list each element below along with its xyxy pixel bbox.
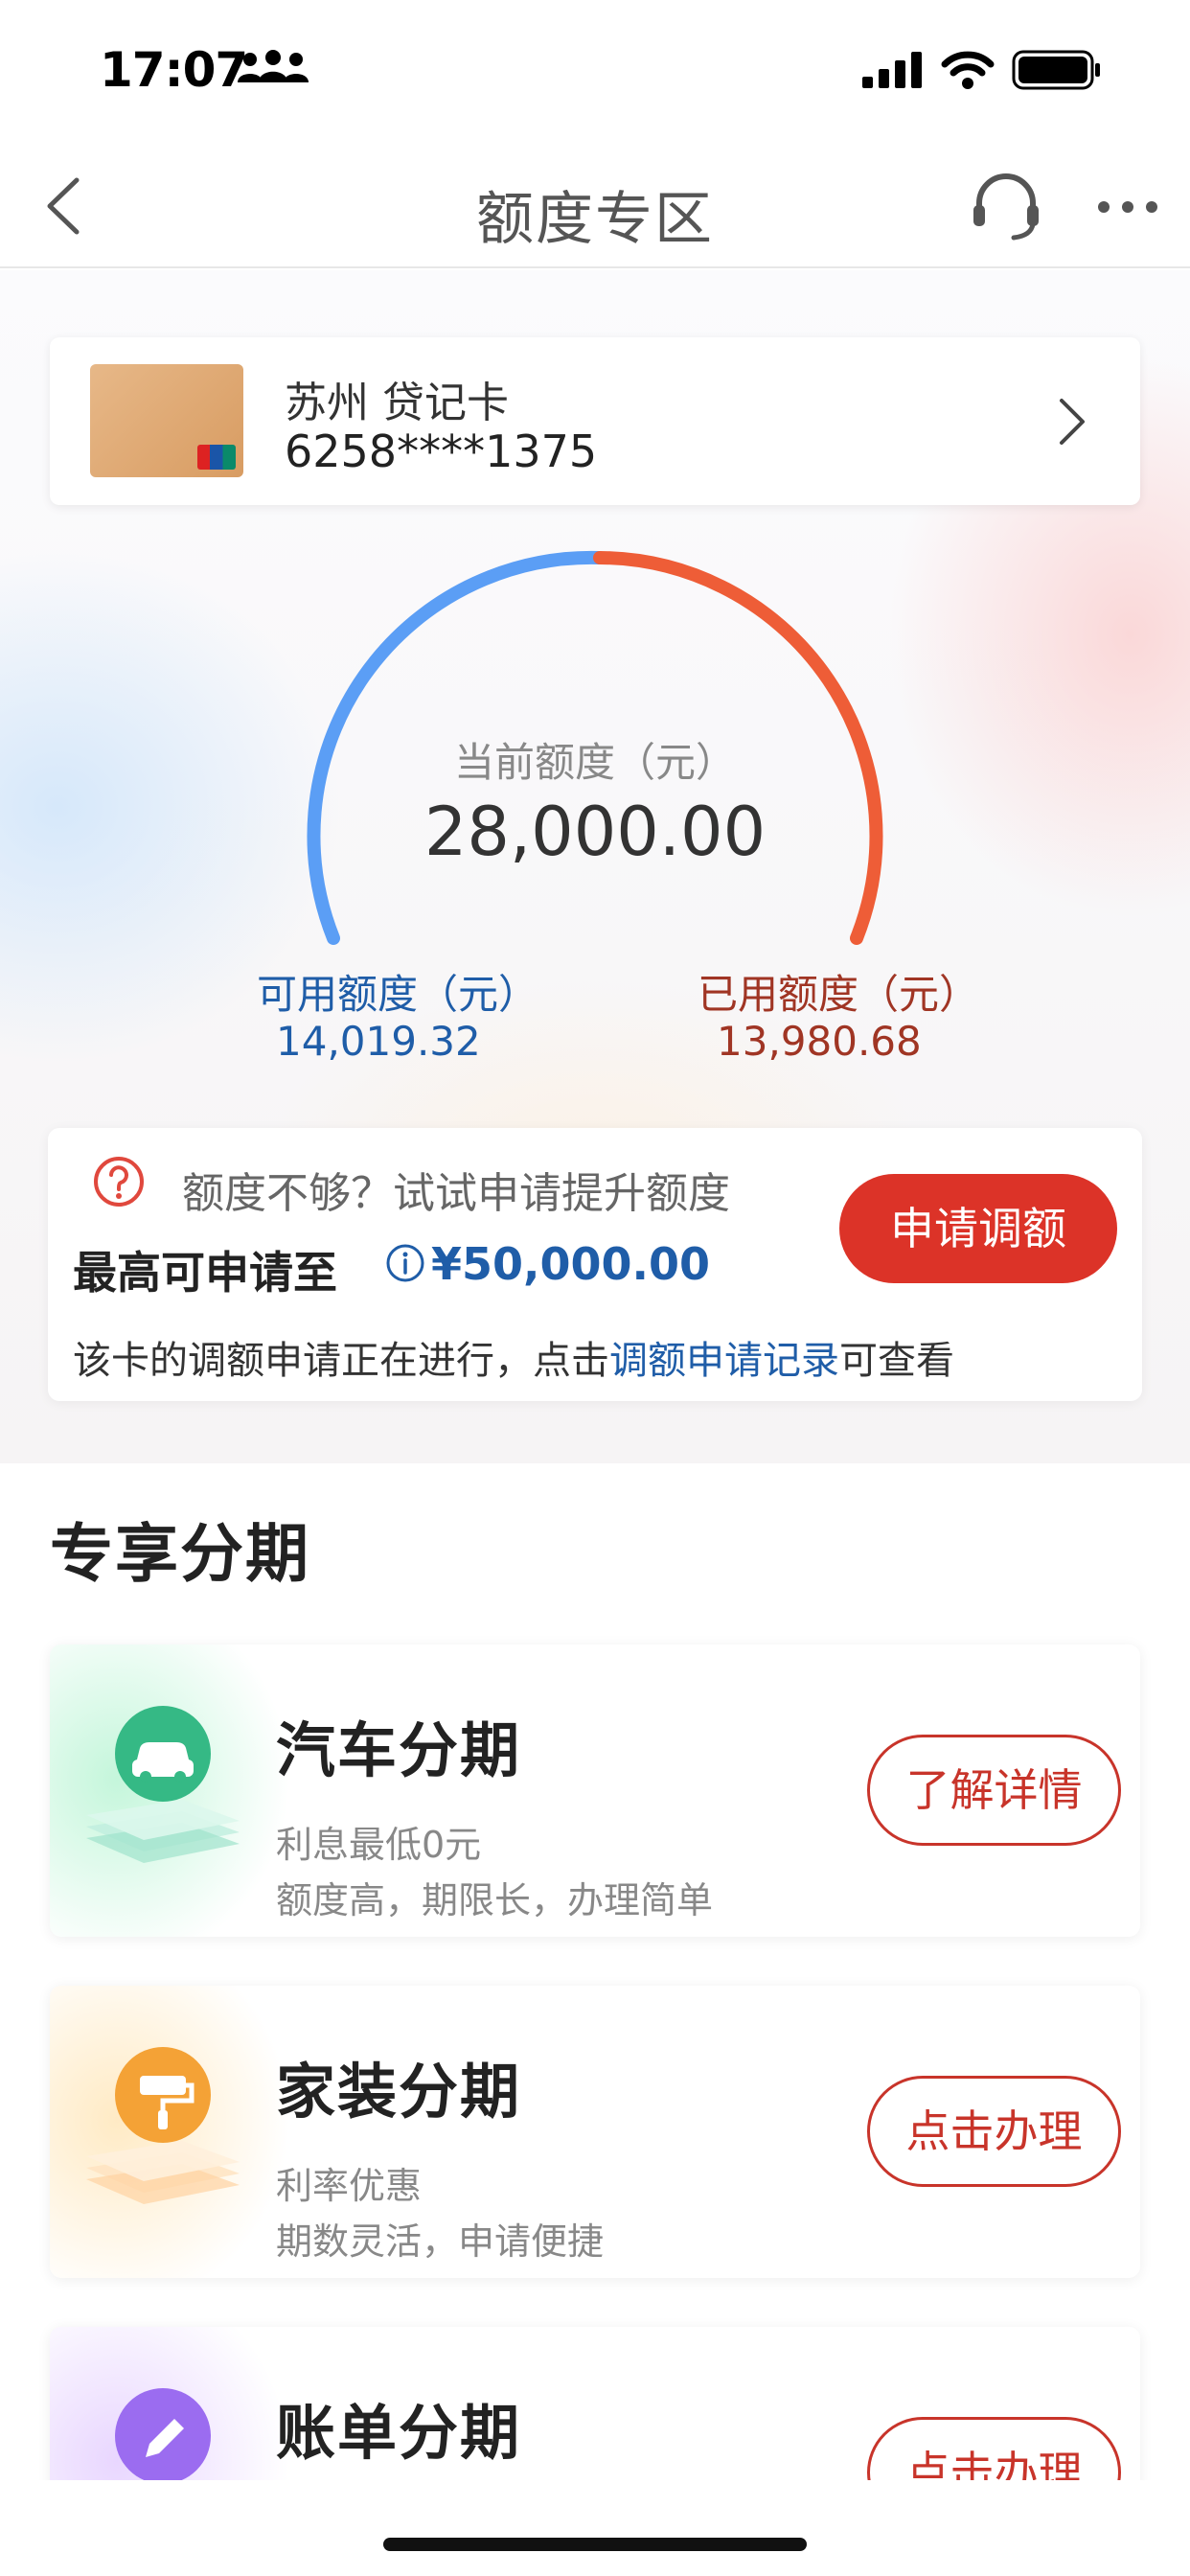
status-bar: 17:07 <box>0 0 1190 144</box>
credit-card-thumbnail <box>90 364 243 477</box>
max-limit-label: 最高可申请至 <box>73 1247 337 1299</box>
apply-now-button[interactable]: 点击办理 <box>867 2076 1121 2187</box>
available-limit-label: 可用额度（元） <box>257 971 539 1018</box>
current-limit-value: 28,000.00 <box>423 793 767 871</box>
installment-card-home[interactable]: 家装分期 利率优惠 期数灵活，申请便捷 点击办理 <box>50 1986 1140 2278</box>
info-icon[interactable] <box>385 1243 425 1283</box>
installment-subtitle: 利率优惠 <box>276 2165 423 2207</box>
card-selector[interactable]: 苏州 贷记卡 6258****1375 <box>50 337 1140 505</box>
installment-description: 额度高，期限长，办理简单 <box>276 1879 714 1921</box>
card-number: 6258****1375 <box>285 426 598 477</box>
adjustment-note-prefix: 该卡的调额申请正在进行，点击 <box>73 1339 609 1383</box>
question-icon <box>94 1157 144 1207</box>
max-limit-amount: ¥50,000.00 <box>431 1238 711 1290</box>
installment-title: 账单分期 <box>276 2398 522 2468</box>
installment-card-car[interactable]: 汽车分期 利息最低0元 额度高，期限长，办理简单 了解详情 <box>50 1644 1140 1937</box>
more-options-icon[interactable] <box>1094 188 1161 226</box>
customer-service-icon[interactable] <box>968 167 1044 243</box>
signal-icon <box>862 52 922 88</box>
chevron-right-icon <box>1060 399 1085 445</box>
installment-title: 汽车分期 <box>276 1715 522 1785</box>
installment-title: 家装分期 <box>276 2057 522 2127</box>
status-indicators <box>862 50 1102 90</box>
installment-description: 期数灵活，申请便捷 <box>276 2220 605 2263</box>
adjustment-status-note: 该卡的调额申请正在进行，点击调额申请记录可查看 <box>73 1329 954 1385</box>
limit-increase-panel: 额度不够？试试申请提升额度 最高可申请至 ¥50,000.00 申请调额 该卡的… <box>48 1128 1142 1401</box>
home-indicator[interactable] <box>383 2538 807 2551</box>
adjustment-records-link[interactable]: 调额申请记录 <box>609 1339 839 1383</box>
limit-increase-hint: 额度不够？试试申请提升额度 <box>182 1169 730 1218</box>
current-limit-label: 当前额度（元） <box>453 739 736 786</box>
credit-overview: 苏州 贷记卡 6258****1375 当前额度（元） 28,000.00 可用… <box>0 270 1190 1463</box>
car-icon <box>86 1706 240 1863</box>
available-limit-value: 14,019.32 <box>276 1018 481 1065</box>
status-time: 17:07 <box>100 42 248 98</box>
paint-roller-icon <box>86 2047 240 2204</box>
learn-more-button[interactable]: 了解详情 <box>867 1735 1121 1846</box>
section-title: 专享分期 <box>50 1517 310 1591</box>
card-name: 苏州 贷记卡 <box>285 379 509 427</box>
adjustment-note-suffix: 可查看 <box>839 1339 954 1383</box>
battery-icon <box>1012 50 1100 90</box>
wifi-icon <box>941 51 995 89</box>
used-limit-value: 13,980.68 <box>717 1018 922 1065</box>
people-icon <box>238 50 309 82</box>
home-indicator-area <box>0 2480 1190 2576</box>
nav-bar: 额度专区 <box>0 144 1190 268</box>
apply-limit-adjustment-button[interactable]: 申请调额 <box>839 1174 1117 1283</box>
used-limit-label: 已用额度（元） <box>698 971 980 1018</box>
unionpay-logo-icon <box>197 445 236 470</box>
installment-subtitle: 利息最低0元 <box>276 1824 482 1866</box>
